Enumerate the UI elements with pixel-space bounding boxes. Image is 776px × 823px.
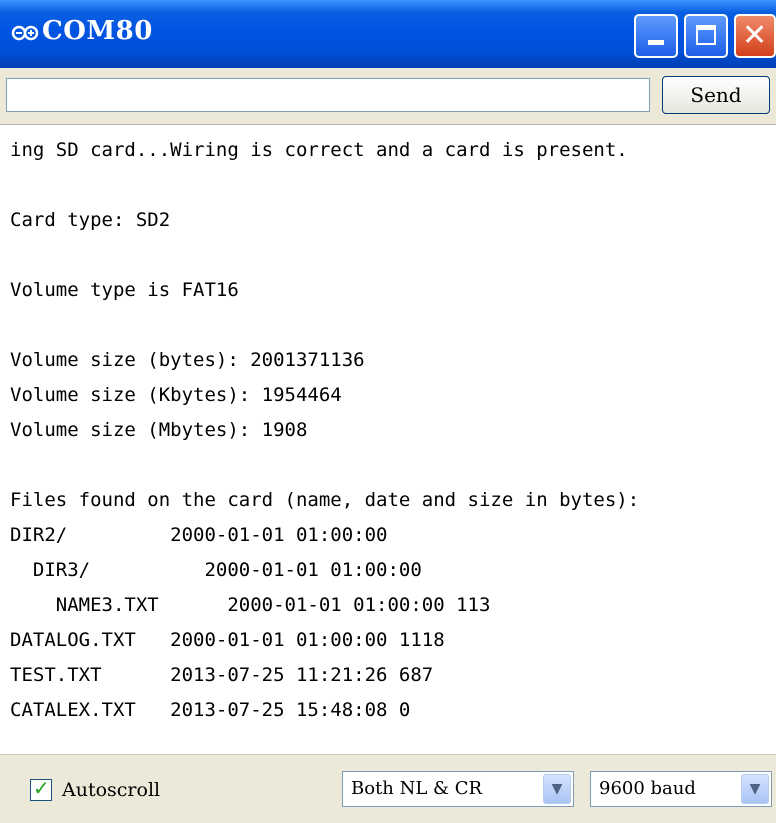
baud-rate-value: 9600 baud bbox=[599, 778, 696, 799]
output-line: Volume type is FAT16 bbox=[10, 279, 239, 301]
line-ending-value: Both NL & CR bbox=[351, 778, 483, 799]
minimize-button[interactable] bbox=[634, 14, 678, 58]
title-bar[interactable]: COM80 ✕ bbox=[0, 0, 776, 68]
output-line: DIR3/ 2000-01-01 01:00:00 bbox=[10, 559, 422, 581]
output-line: ing SD card...Wiring is correct and a ca… bbox=[10, 139, 628, 161]
baud-rate-select[interactable]: 9600 baud ▼ bbox=[590, 771, 772, 807]
output-line: DIR2/ 2000-01-01 01:00:00 bbox=[10, 524, 388, 546]
serial-output[interactable]: ing SD card...Wiring is correct and a ca… bbox=[0, 124, 776, 754]
window-title: COM80 bbox=[42, 16, 153, 46]
autoscroll-label: Autoscroll bbox=[62, 779, 161, 801]
output-line: TEST.TXT 2013-07-25 11:21:26 687 bbox=[10, 664, 434, 686]
output-line: Volume size (Kbytes): 1954464 bbox=[10, 384, 342, 406]
infinity-icon bbox=[10, 20, 40, 46]
output-line: Volume size (Mbytes): 1908 bbox=[10, 419, 308, 441]
close-button[interactable]: ✕ bbox=[734, 14, 776, 58]
status-bar: ✓ Autoscroll Both NL & CR ▼ 9600 baud ▼ bbox=[0, 754, 776, 823]
line-ending-select[interactable]: Both NL & CR ▼ bbox=[342, 771, 574, 807]
autoscroll-checkbox[interactable]: ✓ bbox=[30, 776, 52, 801]
serial-monitor-window: COM80 ✕ Send ing SD card...Wiring is cor… bbox=[0, 0, 776, 823]
output-line: NAME3.TXT 2000-01-01 01:00:00 113 bbox=[10, 594, 491, 616]
output-line: Files found on the card (name, date and … bbox=[10, 489, 640, 511]
maximize-icon bbox=[696, 25, 716, 45]
maximize-button[interactable] bbox=[684, 14, 728, 58]
output-line: Card type: SD2 bbox=[10, 209, 171, 231]
minimize-icon bbox=[648, 40, 664, 45]
send-bar: Send bbox=[0, 68, 776, 124]
checkmark-icon: ✓ bbox=[33, 776, 50, 800]
chevron-down-icon[interactable]: ▼ bbox=[741, 774, 769, 804]
close-icon: ✕ bbox=[742, 18, 768, 53]
autoscroll-toggle[interactable]: ✓ Autoscroll bbox=[30, 775, 160, 805]
chevron-down-icon[interactable]: ▼ bbox=[543, 774, 571, 804]
output-line: CATALEX.TXT 2013-07-25 15:48:08 0 bbox=[10, 699, 411, 721]
output-line: Volume size (bytes): 2001371136 bbox=[10, 349, 365, 371]
output-line: DATALOG.TXT 2000-01-01 01:00:00 1118 bbox=[10, 629, 445, 651]
send-button[interactable]: Send bbox=[662, 76, 770, 114]
serial-input[interactable] bbox=[6, 78, 650, 112]
